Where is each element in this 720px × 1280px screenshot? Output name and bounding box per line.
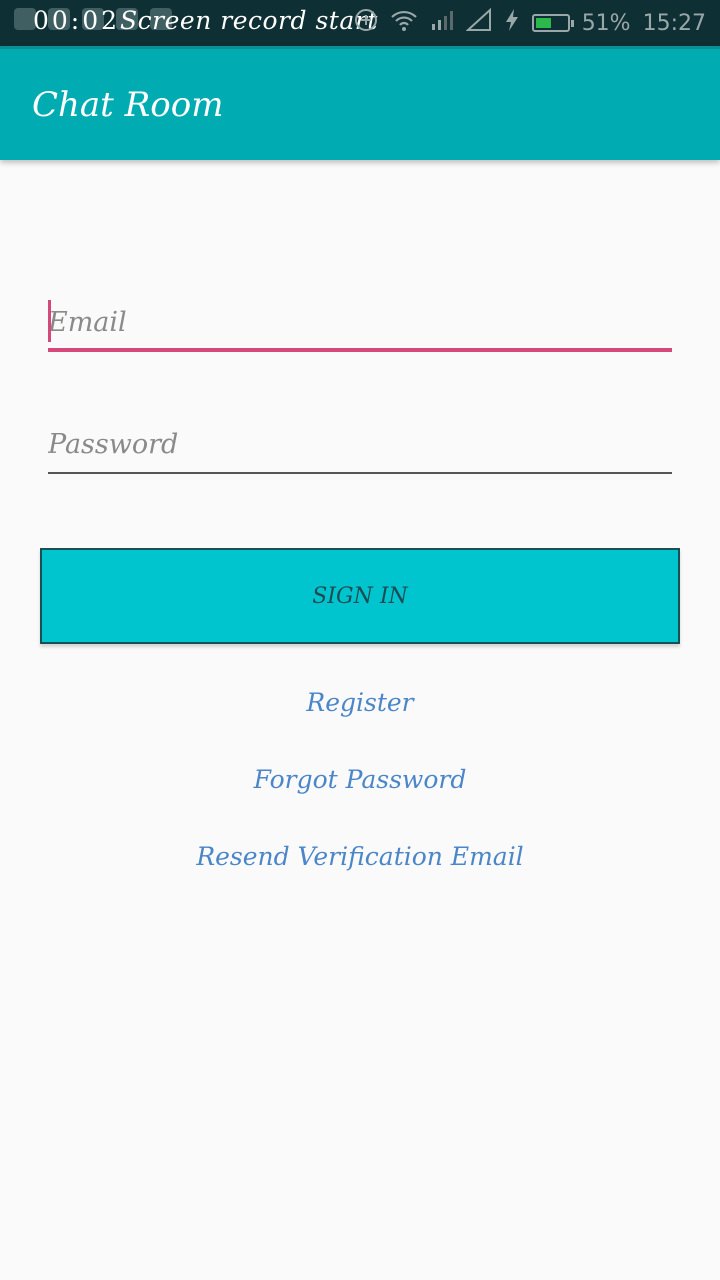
email-field-container bbox=[48, 296, 672, 352]
no-sim-icon bbox=[465, 7, 492, 38]
app-title: Chat Room bbox=[32, 85, 224, 125]
charging-icon bbox=[504, 8, 520, 38]
battery-level bbox=[535, 18, 551, 28]
recording-text: Screen record start bbox=[120, 6, 378, 35]
password-input[interactable] bbox=[48, 418, 672, 470]
battery-icon bbox=[531, 14, 574, 32]
register-link[interactable]: Register bbox=[0, 688, 720, 717]
signal-icon bbox=[430, 8, 454, 38]
battery-percent: 51% bbox=[581, 10, 631, 36]
sign-in-button[interactable]: SIGN IN bbox=[40, 548, 680, 644]
status-bar: 00:02Screen record start 51% 15:27 bbox=[0, 0, 720, 46]
wifi-icon bbox=[390, 8, 418, 38]
recording-timer: 00:02 bbox=[33, 6, 121, 35]
screen-record-indicator: 00:02Screen record start bbox=[33, 6, 378, 35]
app-bar: Chat Room bbox=[0, 46, 720, 160]
clock: 15:27 bbox=[642, 10, 706, 36]
email-underline bbox=[48, 348, 672, 352]
password-underline bbox=[48, 472, 672, 474]
add-circle-icon bbox=[354, 8, 378, 38]
status-icons: 51% 15:27 bbox=[354, 0, 706, 46]
forgot-password-link[interactable]: Forgot Password bbox=[0, 765, 720, 794]
resend-verification-email-link[interactable]: Resend Verification Email bbox=[0, 842, 720, 871]
email-input[interactable] bbox=[48, 296, 672, 348]
text-cursor bbox=[48, 300, 51, 342]
password-field-container bbox=[48, 418, 672, 474]
